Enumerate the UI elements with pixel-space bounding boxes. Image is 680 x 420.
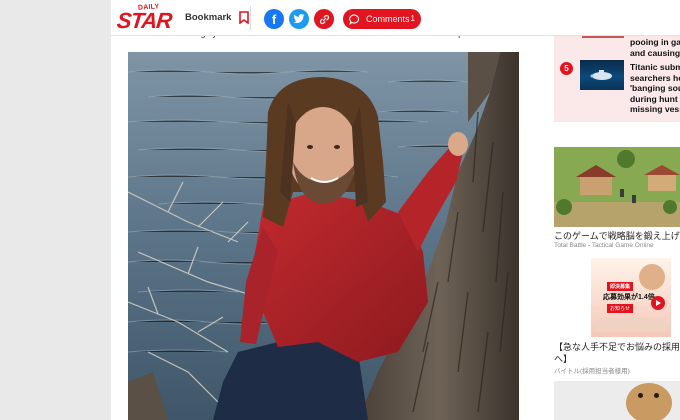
content-area: DAILY STAR Bookmark f Comments 1 pooing …	[111, 0, 680, 420]
item4-thumb-edge	[582, 36, 624, 38]
facebook-icon: f	[271, 11, 277, 27]
most-read-panel: pooing in gar and causing c 5 Titanic su…	[554, 36, 680, 122]
item5-line-5: missing vesse	[630, 104, 680, 114]
ad-recruit-badge-2: お知らせ	[607, 304, 633, 313]
item4-line-1: pooing in gar	[630, 37, 680, 47]
dog-eye-right	[654, 393, 659, 398]
most-read-number-5: 5	[560, 62, 573, 75]
dog-eye-left	[638, 393, 643, 398]
right-sidebar: pooing in gar and causing c 5 Titanic su…	[552, 36, 680, 420]
link-icon	[319, 14, 329, 24]
article-photo[interactable]	[128, 52, 519, 420]
man-by-tree-photo	[128, 52, 519, 420]
most-read-item-4[interactable]: pooing in gar and causing c	[630, 37, 680, 58]
item5-line-2: searchers hea	[630, 72, 680, 83]
ad-recruit-headline: 応募効果が1.4倍	[603, 294, 655, 301]
site-logo[interactable]: DAILY STAR	[116, 3, 173, 33]
comments-count: 1	[410, 14, 415, 23]
top-bar: DAILY STAR Bookmark f Comments 1	[111, 0, 680, 36]
page: DAILY STAR Bookmark f Comments 1 pooing …	[0, 0, 680, 420]
ad-recruit-title-1[interactable]: 【急な人手不足でお悩みの採用担	[554, 340, 680, 353]
most-read-item-5[interactable]: Titanic subma searchers hea 'banging sou…	[630, 62, 680, 115]
comments-label: Comments	[366, 14, 410, 24]
twitter-share-button[interactable]	[289, 9, 309, 29]
ad-game-source[interactable]: Total Battle - Tactical Game Online	[554, 242, 654, 249]
comments-button[interactable]: Comments 1	[343, 9, 421, 29]
item4-line-2: and causing c	[630, 47, 680, 58]
left-gutter	[0, 0, 111, 420]
item5-line-1: Titanic subma	[630, 62, 680, 72]
bookmark-button[interactable]: Bookmark	[185, 11, 250, 24]
item5-line-4: during hunt fo	[630, 93, 680, 104]
ad-recruit-image[interactable]: 即決募集 応募効果が1.4倍 お知らせ	[591, 258, 671, 337]
comment-bubble-icon	[349, 14, 360, 25]
bookmark-label: Bookmark	[185, 12, 232, 23]
ad-recruit-title-2[interactable]: へ】	[554, 352, 572, 365]
game-village-image	[554, 147, 680, 227]
copy-link-button[interactable]	[314, 9, 334, 29]
logo-star: STAR	[115, 8, 173, 33]
dog-head	[626, 383, 672, 420]
ad-recruit-person	[639, 264, 665, 290]
item5-line-3: 'banging soun	[630, 83, 680, 93]
header-divider	[250, 6, 251, 30]
ad-dog-image[interactable]	[554, 381, 680, 420]
bookmark-icon	[239, 11, 250, 24]
ad-recruit-strip	[595, 318, 667, 332]
ad-recruit-badge: 即決募集	[607, 282, 634, 291]
ad-recruit-source[interactable]: バイトル(採用担当者様用)	[554, 365, 630, 375]
facebook-share-button[interactable]: f	[264, 9, 284, 29]
most-read-thumbnail-5[interactable]	[580, 60, 624, 90]
play-icon	[651, 296, 665, 310]
ad-game-title[interactable]: このゲームで戦略脳を鍛え上げよ	[554, 229, 680, 242]
twitter-icon	[293, 14, 305, 24]
submarine-thumbnail-image	[590, 70, 612, 80]
ad-game-image[interactable]	[554, 147, 680, 227]
